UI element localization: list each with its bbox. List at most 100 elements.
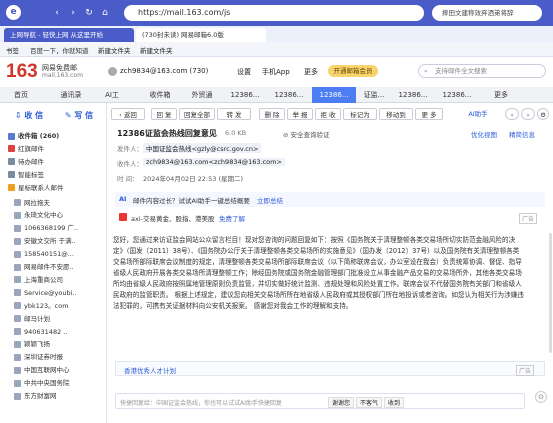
quick-reply-thanks[interactable]: 谢谢您 bbox=[328, 397, 355, 408]
tab-home[interactable]: 首页 bbox=[6, 87, 36, 103]
sidebar-item[interactable]: 东方财富网 bbox=[14, 391, 57, 401]
tab-ai[interactable]: AI工 bbox=[94, 87, 130, 103]
bookmark-item[interactable]: 百度一下，你就知道 bbox=[30, 45, 89, 55]
tab-mail-active[interactable]: 12386... bbox=[312, 87, 356, 103]
mail-search-input[interactable]: ⌕ 支持邮件全文搜索 bbox=[418, 64, 546, 78]
sidebar-item[interactable]: 待办邮件 bbox=[8, 157, 44, 167]
scroll-top-icon[interactable]: ⊙ bbox=[535, 391, 547, 403]
back-icon[interactable]: ‹ bbox=[50, 6, 64, 20]
tab-inbox[interactable]: 收件箱 bbox=[140, 87, 180, 103]
vip-button[interactable]: 开通邮箱会员 bbox=[328, 65, 378, 77]
tab-mail-5[interactable]: 12386... bbox=[392, 87, 434, 103]
mail-reader: ‹ 返回 回 复 回复全部 转 发 删 除 举 报 拒 收 标记为 移动到 更 … bbox=[107, 103, 553, 423]
address-bar[interactable]: https://mail.163.com/js bbox=[124, 5, 424, 21]
browser-tab-active[interactable]: (730封未读) 网易邮箱6.0版 bbox=[136, 28, 266, 42]
browser-search-input[interactable]: 摔田文建称效弃洒弟将辞 bbox=[432, 5, 542, 21]
sidebar-item[interactable]: Service@youbi.. bbox=[14, 288, 77, 298]
sidebar-item[interactable]: 红旗邮件 bbox=[8, 144, 44, 154]
sidebar-item[interactable]: 中共中央国务院 bbox=[14, 378, 70, 388]
link-more[interactable]: 更多 bbox=[304, 67, 318, 77]
sidebar-item[interactable]: 智能标签 bbox=[8, 170, 44, 180]
link-mobile-app[interactable]: 手机App bbox=[262, 67, 290, 77]
footer-ad[interactable]: 香港优秀人才计划 广告 bbox=[115, 361, 545, 376]
todo-icon bbox=[8, 158, 15, 166]
contact-icon bbox=[14, 340, 21, 348]
ad-link[interactable]: 免费了解 bbox=[219, 213, 245, 223]
avatar[interactable] bbox=[108, 67, 117, 76]
more-button[interactable]: 更 多 bbox=[415, 108, 443, 120]
home-icon[interactable]: ⌂ bbox=[98, 6, 112, 20]
reply-button[interactable]: 回 复 bbox=[151, 108, 177, 120]
mail-size: 6.0 KB bbox=[225, 129, 247, 137]
tab-contacts[interactable]: 通讯录 bbox=[54, 87, 88, 103]
settings-gear-icon[interactable]: ⚙ bbox=[537, 108, 549, 120]
ai-assist-button[interactable]: AI助手 bbox=[461, 108, 495, 120]
sidebar-item-label: 158540151@... bbox=[24, 250, 74, 259]
tab-mail-6[interactable]: 12386... bbox=[436, 87, 478, 103]
sidebar-item[interactable]: 940631482 .. bbox=[14, 327, 67, 337]
sidebar-item[interactable]: 邮马计划 bbox=[14, 314, 50, 324]
reload-icon[interactable]: ↻ bbox=[82, 6, 96, 20]
sidebar-item[interactable]: 158540151@... bbox=[14, 249, 74, 259]
tab-mail-1[interactable]: 12386... bbox=[224, 87, 266, 103]
receive-button[interactable]: ⇩ 收 信 bbox=[6, 108, 52, 124]
write-button[interactable]: ✎ 写 信 bbox=[56, 108, 102, 124]
logo-sub: mail.163.com bbox=[42, 72, 83, 79]
to-address[interactable]: zch9834@163.com<zch9834@163.com> bbox=[143, 158, 285, 166]
sidebar-item[interactable]: 上海重商公司 bbox=[14, 275, 63, 285]
sidebar-item-label: 网易邮件不安愿.. bbox=[24, 263, 74, 271]
sidebar-item[interactable]: 颖颖飞扬 bbox=[14, 339, 50, 349]
sidebar-item[interactable]: ybk123。com bbox=[14, 301, 69, 311]
reply-all-button[interactable]: 回复全部 bbox=[179, 108, 215, 120]
compact-info-link[interactable]: 精简信息 bbox=[509, 129, 535, 139]
back-button[interactable]: ‹ 返回 bbox=[111, 108, 145, 120]
optimize-view-link[interactable]: 优化视图 bbox=[471, 129, 497, 139]
sidebar: ⇩ 收 信 ✎ 写 信 收件箱 (260) 红旗邮件待办邮件智能标签星标联系人邮件… bbox=[0, 103, 107, 423]
browser-tab[interactable]: 上网导航 - 轻快上网 从这里开始 bbox=[4, 28, 134, 42]
sidebar-item-label: 上海重商公司 bbox=[24, 275, 63, 284]
sidebar-item[interactable]: 网拉拖夫 bbox=[14, 198, 50, 208]
account-name[interactable]: zch9834@163.com (730) bbox=[120, 67, 208, 75]
quick-reply-received[interactable]: 收到 bbox=[384, 397, 405, 408]
sidebar-item[interactable]: 安徽文交所 于满.. bbox=[14, 236, 76, 246]
tab-more[interactable]: 更多 bbox=[486, 87, 516, 103]
forward-button[interactable]: 转 发 bbox=[217, 108, 251, 120]
sidebar-item-label: 待办邮件 bbox=[18, 157, 44, 166]
bookmark-item[interactable]: 新建文件夹 bbox=[140, 45, 173, 55]
tab-mail-2[interactable]: 12386... bbox=[268, 87, 310, 103]
sidebar-item[interactable]: 1066368199 广.. bbox=[14, 223, 78, 233]
move-to-button[interactable]: 移动到 bbox=[379, 108, 413, 120]
sidebar-item[interactable]: 网易邮件不安愿.. bbox=[14, 262, 74, 272]
sidebar-item[interactable]: 永琦文化中心 bbox=[14, 210, 63, 220]
logo-number: 163 bbox=[6, 61, 38, 82]
scrollbar[interactable] bbox=[549, 233, 552, 353]
contact-icon bbox=[14, 379, 21, 387]
security-check[interactable]: ⊘ 安全查询验证 bbox=[283, 129, 330, 139]
sidebar-item[interactable]: 收件箱 (260) bbox=[8, 131, 59, 141]
mark-as-button[interactable]: 标记为 bbox=[343, 108, 377, 120]
tab-foreign-trade[interactable]: 外贸通 bbox=[182, 87, 222, 103]
prev-mail-button[interactable]: ‹ bbox=[505, 108, 519, 120]
sidebar-item[interactable]: 深圳证券时报 bbox=[14, 352, 63, 362]
tab-strip: 上网导航 - 轻快上网 从这里开始 (730封未读) 网易邮箱6.0版 bbox=[0, 26, 553, 42]
delete-button[interactable]: 删 除 bbox=[259, 108, 285, 120]
report-button[interactable]: 举 报 bbox=[287, 108, 313, 120]
sidebar-item-label: 星标联系人邮件 bbox=[18, 183, 64, 192]
next-mail-button[interactable]: › bbox=[521, 108, 535, 120]
summarize-link[interactable]: 立即总结 bbox=[257, 195, 283, 205]
sidebar-item-label: 网拉拖夫 bbox=[24, 198, 50, 207]
bookmark-item[interactable]: 新建文件夹 bbox=[98, 45, 131, 55]
forward-icon[interactable]: › bbox=[66, 6, 80, 20]
reject-button[interactable]: 拒 收 bbox=[315, 108, 341, 120]
bookmark-item[interactable]: 书签 bbox=[6, 45, 19, 55]
sidebar-item[interactable]: 星标联系人邮件 bbox=[8, 183, 64, 193]
link-settings[interactable]: 设置 bbox=[237, 67, 251, 77]
from-address[interactable]: 中国证监会热线<gzly@csrc.gov.cn> bbox=[143, 143, 262, 153]
search-icon: ⌕ bbox=[424, 67, 428, 75]
tab-mail-4[interactable]: 证监... bbox=[358, 87, 390, 103]
ai-summary-bar: AI 邮件内容过长？试试AI助手一键总结概要 立即总结 bbox=[115, 192, 545, 207]
contact-icon bbox=[14, 250, 21, 258]
quick-reply-input[interactable]: 快捷回复给：中国证监会热线，你也可以试试AI助手快捷回复 bbox=[120, 398, 282, 407]
sidebar-item[interactable]: 中国互联网中心 bbox=[14, 365, 70, 375]
quick-reply-welcome[interactable]: 不客气 bbox=[356, 397, 383, 408]
